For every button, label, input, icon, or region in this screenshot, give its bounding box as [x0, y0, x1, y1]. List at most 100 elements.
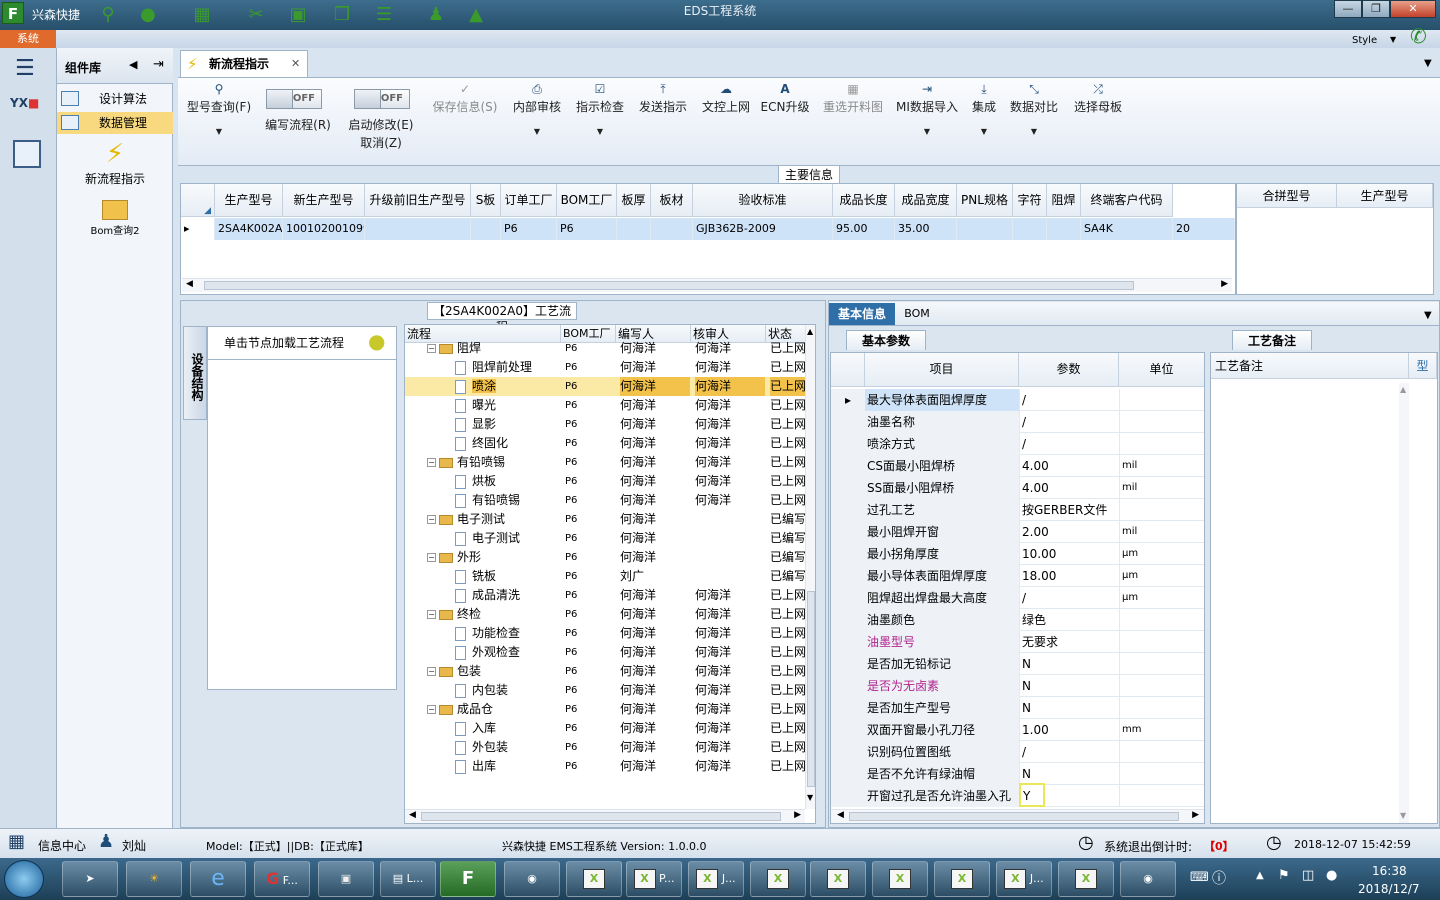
doc-control-online-button[interactable]: ☁ 文控上网	[697, 82, 755, 115]
param-row[interactable]: 是否不允许有绿油帽 N	[831, 763, 1204, 785]
taskbar-app-save[interactable]: ▣	[318, 861, 374, 897]
bom-query-shortcut[interactable]: Bom查询2	[57, 196, 173, 244]
param-row[interactable]: 识别码位置图纸 /	[831, 741, 1204, 763]
reselect-cutting-button[interactable]: ▦ 重选开料图	[818, 82, 888, 115]
param-row[interactable]: 最小导体表面阻焊厚度 18.00 μm	[831, 565, 1204, 587]
param-row[interactable]: SS面最小阻焊桥 4.00 mil	[831, 477, 1204, 499]
param-row[interactable]: 油墨名称 /	[831, 411, 1204, 433]
param-row[interactable]: 油墨型号 无要求	[831, 631, 1204, 653]
main-cell[interactable]	[365, 218, 471, 240]
main-col-2[interactable]: 升级前旧生产型号	[365, 184, 471, 217]
sidebar-item-design-algorithm[interactable]: 设计算法	[57, 88, 173, 110]
tree-row[interactable]: 喷涂 P6 何海洋 何海洋 已上网	[405, 377, 806, 396]
param-value[interactable]: N	[1019, 653, 1119, 675]
collapse-icon[interactable]: −	[427, 515, 436, 524]
tray-time[interactable]: 16:38	[1372, 864, 1407, 878]
tree-row[interactable]: 阻焊前处理 P6 何海洋 何海洋 已上网	[405, 358, 806, 377]
start-edit-toggle[interactable]: OFF	[354, 89, 410, 109]
main-cell[interactable]	[471, 218, 501, 240]
param-row[interactable]: 阻焊超出焊盘最大高度 / μm	[831, 587, 1204, 609]
tree-row[interactable]: − 有铅喷锡 P6 何海洋 何海洋 已上网	[405, 453, 806, 472]
main-col-3[interactable]: S板	[471, 184, 501, 217]
tree-row[interactable]: − 外形 P6 何海洋 已编写	[405, 548, 806, 567]
tree-row[interactable]: 成品清洗 P6 何海洋 何海洋 已上网	[405, 586, 806, 605]
tree-row[interactable]: 有铅喷锡 P6 何海洋 何海洋 已上网	[405, 491, 806, 510]
instruction-check-button[interactable]: ☑ 指示检查 ▼	[571, 82, 629, 136]
tree-row[interactable]: − 阻焊 P6 何海洋 何海洋 已上网	[405, 339, 806, 358]
mi-import-button[interactable]: ⇥ MI数据导入 ▼	[892, 82, 962, 136]
model-query-button[interactable]: ⚲ 型号查询(F) ▼	[184, 82, 254, 136]
scroll-thumb[interactable]	[421, 812, 781, 821]
note-tab[interactable]: 工艺备注	[1232, 330, 1312, 350]
param-value[interactable]: 4.00	[1019, 455, 1119, 477]
taskbar-excel-j[interactable]: X J...	[688, 861, 744, 897]
info-center-link[interactable]: 信息中心	[38, 837, 86, 854]
tree-row[interactable]: 铣板 P6 刘广 已编写	[405, 567, 806, 586]
tree-row[interactable]: − 终检 P6 何海洋 何海洋 已上网	[405, 605, 806, 624]
param-row[interactable]: 双面开窗最小孔刀径 1.00 mm	[831, 719, 1204, 741]
param-row[interactable]: 是否为无卤素 N	[831, 675, 1204, 697]
cancel-label[interactable]: 取消(Z)	[340, 134, 422, 151]
param-row[interactable]: ▸ 最大导体表面阻焊厚度 /	[831, 389, 1204, 411]
taskbar-excel-2[interactable]: X	[750, 861, 806, 897]
save-info-button[interactable]: ✓ 保存信息(S)	[428, 82, 502, 115]
collapse-icon[interactable]: −	[427, 458, 436, 467]
style-menu[interactable]: Style	[1352, 35, 1377, 46]
param-value[interactable]: /	[1019, 741, 1119, 763]
main-col-0[interactable]: 生产型号	[215, 184, 283, 217]
col-process-note[interactable]: 工艺备注	[1211, 353, 1409, 379]
main-col-8[interactable]: 验收标准	[693, 184, 833, 217]
hamburger-icon[interactable]: ☰	[15, 56, 35, 81]
flag-icon[interactable]: ⚑	[1278, 868, 1290, 883]
param-value[interactable]: Y	[1019, 783, 1045, 807]
col-unit[interactable]: 单位	[1119, 353, 1204, 387]
tree-vscrollbar[interactable]: ▲ ▼	[805, 325, 815, 809]
ecn-upgrade-button[interactable]: A ECN升级	[760, 82, 810, 115]
param-value[interactable]: N	[1019, 675, 1119, 697]
main-cell[interactable]: 95.00	[833, 218, 895, 240]
arrow-left-icon[interactable]: ◀	[129, 58, 137, 71]
keyboard-icon[interactable]: ⌨	[1190, 870, 1209, 885]
internal-review-button[interactable]: ⎙ 内部审核 ▼	[508, 82, 566, 136]
col-value[interactable]: 参数	[1019, 353, 1119, 387]
tab-new-process[interactable]: ⚡ 新流程指示 ✕	[180, 50, 308, 78]
side-col-production-model[interactable]: 生产型号	[1337, 184, 1433, 208]
main-cell[interactable]	[651, 218, 693, 240]
param-value[interactable]: 18.00	[1019, 565, 1119, 587]
param-value[interactable]: N	[1019, 763, 1119, 785]
taskbar-app-eye[interactable]: ◉	[504, 861, 560, 897]
tab-basic-info[interactable]: 基本信息	[829, 303, 895, 325]
tree-row[interactable]: 出库 P6 何海洋 何海洋 已上网	[405, 757, 806, 776]
param-value[interactable]: 绿色	[1019, 609, 1119, 631]
volume-icon[interactable]: ●	[1326, 868, 1337, 883]
main-col-6[interactable]: 板厚	[617, 184, 651, 217]
close-button[interactable]: ✕	[1390, 0, 1436, 18]
new-process-shortcut[interactable]: ⚡ 新流程指示	[57, 138, 173, 188]
param-value[interactable]: 10.00	[1019, 543, 1119, 565]
tree-row[interactable]: 入库 P6 何海洋 何海洋 已上网	[405, 719, 806, 738]
taskbar-excel-3[interactable]: X	[810, 861, 866, 897]
taskbar-excel-p[interactable]: X P...	[626, 861, 682, 897]
param-value[interactable]: 4.00	[1019, 477, 1119, 499]
param-value[interactable]: N	[1019, 697, 1119, 719]
factory-icon[interactable]: YX■	[10, 96, 44, 126]
taskbar-excel-j2[interactable]: X J...	[996, 861, 1052, 897]
tree-row[interactable]: 外观检查 P6 何海洋 何海洋 已上网	[405, 643, 806, 662]
param-value[interactable]: /	[1019, 587, 1119, 609]
collapse-icon[interactable]: −	[427, 705, 436, 714]
param-row[interactable]: 油墨颜色 绿色	[831, 609, 1204, 631]
minimize-button[interactable]: —	[1334, 0, 1362, 18]
scroll-thumb[interactable]	[204, 281, 1134, 290]
param-value[interactable]: /	[1019, 411, 1119, 433]
chevron-down-icon[interactable]: ▼	[1424, 310, 1432, 321]
main-col-1[interactable]: 新生产型号	[283, 184, 365, 217]
main-cell[interactable]: 2SA4K002A0	[215, 218, 283, 240]
param-row[interactable]: 最小阻焊开窗 2.00 mil	[831, 521, 1204, 543]
notes-vscrollbar[interactable]: ▲ ▼	[1399, 383, 1409, 823]
param-value[interactable]: /	[1019, 389, 1119, 411]
tree-row[interactable]: 外包装 P6 何海洋 何海洋 已上网	[405, 738, 806, 757]
send-instruction-button[interactable]: ⤒ 发送指示	[634, 82, 692, 115]
collapse-icon[interactable]: −	[427, 553, 436, 562]
main-cell[interactable]: 35.00	[895, 218, 957, 240]
taskbar-excel-5[interactable]: X	[934, 861, 990, 897]
